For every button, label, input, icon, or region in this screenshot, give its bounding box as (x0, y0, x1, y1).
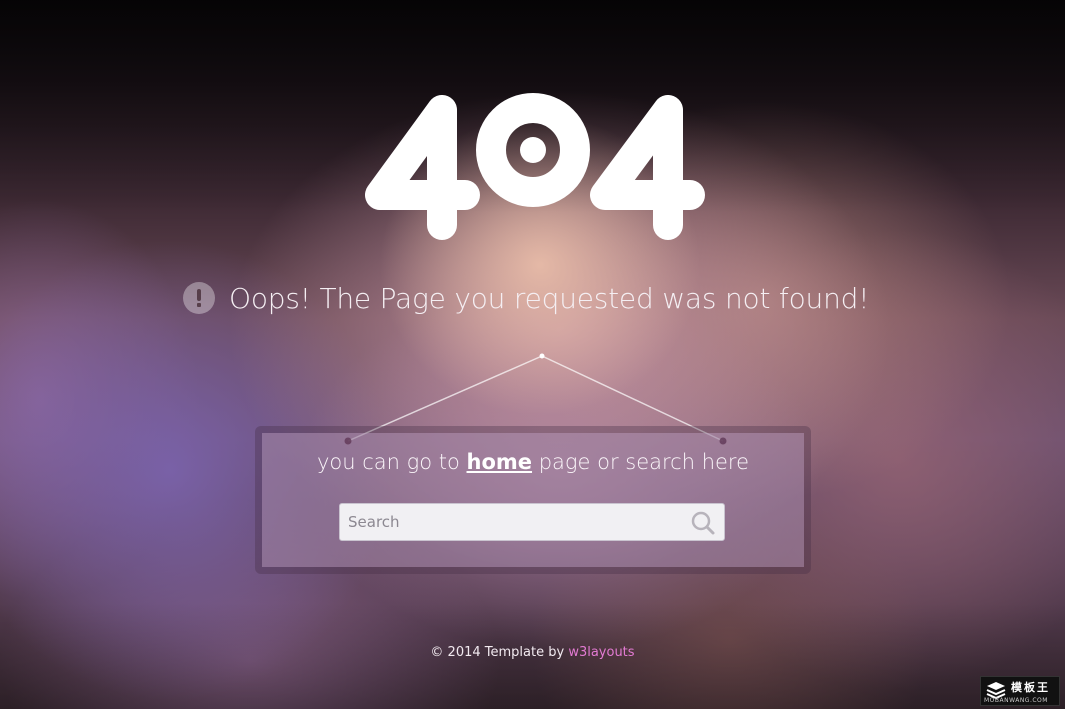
error-headline: Oops! The Page you requested was not fou… (183, 278, 869, 318)
watermark: 模板王 MOBANWANG.COM (980, 676, 1060, 706)
search-box (339, 503, 725, 541)
error-code-graphic (360, 90, 708, 240)
watermark-en-text: MOBANWANG.COM (984, 697, 1048, 704)
exclamation-circle-icon (183, 282, 215, 314)
sign-board: you can go to home page or search here (262, 433, 804, 567)
sign-text-before: you can go to (316, 450, 460, 474)
footer: © 2014 Template by w3layouts (0, 645, 1065, 660)
footer-copyright: © 2014 Template by (430, 645, 565, 660)
home-link[interactable]: home (467, 450, 533, 474)
search-icon[interactable] (690, 510, 716, 536)
watermark-cn-text: 模板王 (1011, 681, 1050, 694)
sign-text: you can go to home page or search here (262, 450, 804, 474)
search-input[interactable] (348, 504, 678, 540)
error-message: Oops! The Page you requested was not fou… (229, 281, 870, 315)
sign-text-after: page or search here (538, 450, 750, 474)
error-code-404 (365, 93, 705, 240)
footer-author-link[interactable]: w3layouts (568, 645, 634, 660)
